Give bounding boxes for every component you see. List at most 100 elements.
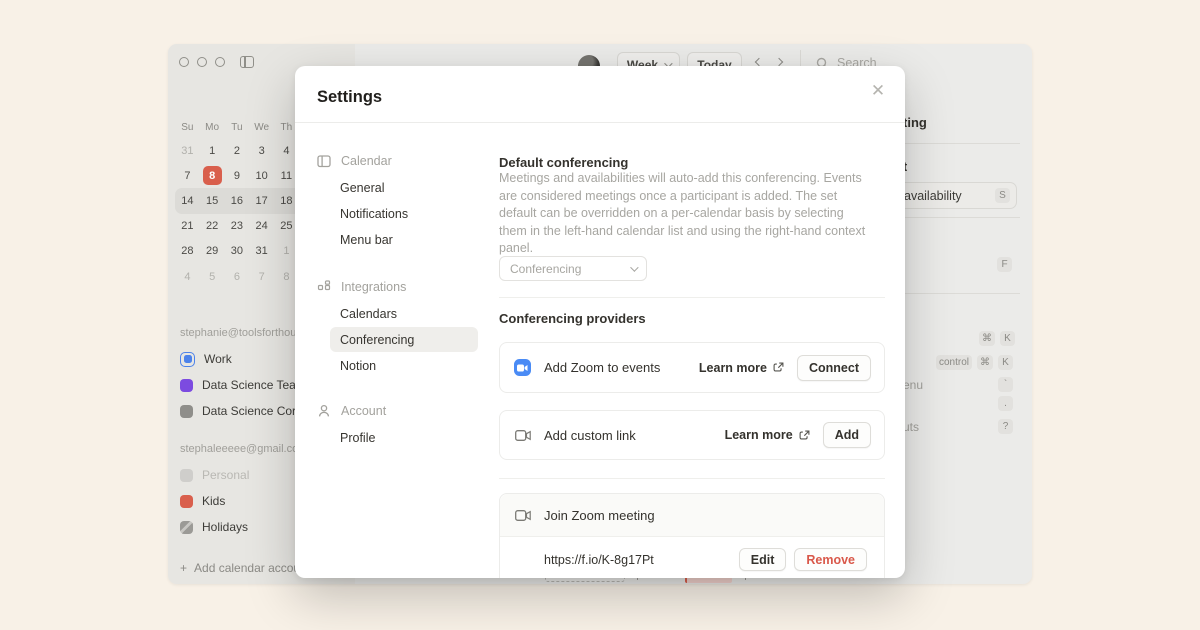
mini-calendar-day[interactable]: 6 — [225, 264, 250, 289]
connect-button[interactable]: Connect — [797, 355, 871, 381]
remove-button[interactable]: Remove — [794, 548, 867, 571]
nav-item-profile[interactable]: Profile — [340, 431, 375, 445]
calendar-color-swatch — [180, 521, 193, 534]
mini-calendar-day[interactable]: 5 — [200, 264, 225, 289]
calendar-icon — [317, 154, 331, 168]
shortcut-row: F — [997, 257, 1012, 272]
mini-calendar-day[interactable]: 3 — [249, 138, 274, 163]
calendar-color-swatch — [180, 379, 193, 392]
mini-calendar-day[interactable]: 14 — [175, 188, 200, 213]
zoom-icon — [514, 359, 531, 376]
mini-calendar-day[interactable]: 9 — [225, 163, 250, 188]
custom-link-provider-card: Add custom link Learn more Add — [499, 410, 885, 460]
mini-calendar-day[interactable]: 28 — [175, 239, 200, 264]
mini-calendar-day[interactable]: 31 — [175, 138, 200, 163]
calendar-list-item[interactable]: Kids — [180, 492, 225, 510]
mini-calendar-day[interactable]: 1 — [200, 138, 225, 163]
video-camera-icon — [514, 507, 531, 524]
mini-calendar-day[interactable]: 7 — [249, 264, 274, 289]
weekday-label: Tu — [225, 116, 250, 138]
zoom-card-label: Add Zoom to events — [544, 360, 686, 375]
nav-item-menu-bar[interactable]: Menu bar — [340, 233, 393, 247]
divider — [499, 478, 885, 479]
calendar-name: Kids — [202, 494, 225, 508]
calendar-list-item[interactable]: Data Science Core — [180, 402, 303, 420]
shortcut-row: ⌘ K — [979, 331, 1015, 346]
nav-item-notion[interactable]: Notion — [340, 359, 376, 373]
weekday-label: Mo — [200, 116, 225, 138]
calendar-list-item[interactable]: Data Science Team — [180, 376, 306, 394]
weekday-label: Su — [175, 116, 200, 138]
custom-learn-more-link[interactable]: Learn more — [725, 428, 810, 442]
settings-modal: Settings ✕ Calendar General Notification… — [295, 66, 905, 578]
calendar-name: Work — [204, 352, 232, 366]
joined-zoom-card: Join Zoom meeting https://f.io/K-8g17Pt … — [499, 493, 885, 578]
nav-item-conferencing[interactable]: Conferencing — [340, 333, 414, 347]
mini-calendar-day[interactable]: 23 — [225, 214, 250, 239]
weekday-label: We — [249, 116, 274, 138]
mini-calendar-day[interactable]: 24 — [249, 214, 274, 239]
mini-calendar-day[interactable]: 17 — [249, 188, 274, 213]
plus-icon: + — [180, 561, 187, 575]
chevron-left-icon — [755, 58, 763, 66]
conferencing-dropdown[interactable]: Conferencing — [499, 256, 647, 281]
calendar-name: Holidays — [202, 520, 248, 534]
chevron-right-icon — [775, 58, 783, 66]
default-conferencing-heading: Default conferencing — [499, 155, 628, 170]
mini-calendar-day[interactable]: 30 — [225, 239, 250, 264]
zoom-provider-card: Add Zoom to events Learn more Connect — [499, 342, 885, 393]
meeting-url: https://f.io/K-8g17Pt — [544, 553, 731, 567]
nav-section-calendar: Calendar — [317, 154, 392, 168]
account-icon — [317, 404, 331, 418]
today-highlight: 8 — [203, 166, 222, 185]
mini-calendar-day[interactable]: 4 — [175, 264, 200, 289]
nav-item-notifications[interactable]: Notifications — [340, 207, 408, 221]
mini-calendar-today[interactable]: 8 — [200, 163, 225, 188]
calendar-list-item[interactable]: Holidays — [180, 518, 248, 536]
shortcut-row: control ⌘ K — [936, 355, 1013, 370]
nav-section-account: Account — [317, 404, 386, 418]
calendar-color-swatch — [180, 495, 193, 508]
shortcut-row: . — [998, 396, 1013, 411]
calendar-list-item[interactable]: Personal — [180, 466, 249, 484]
zoom-learn-more-link[interactable]: Learn more — [699, 361, 784, 375]
shortcut-row: uts ? — [903, 419, 1013, 434]
mini-calendar-day[interactable]: 2 — [225, 138, 250, 163]
window-control-zoom-icon[interactable] — [215, 57, 225, 67]
sidebar-toggle-icon[interactable] — [240, 56, 254, 68]
video-camera-icon — [514, 427, 531, 444]
shortcut-row: enu ` — [903, 377, 1013, 392]
calendar-color-swatch — [180, 405, 193, 418]
mini-calendar-day[interactable]: 31 — [249, 239, 274, 264]
window-control-minimize-icon[interactable] — [197, 57, 207, 67]
divider — [499, 297, 885, 298]
calendar-color-swatch — [180, 469, 193, 482]
nav-item-general[interactable]: General — [340, 181, 384, 195]
edit-button[interactable]: Edit — [739, 548, 787, 571]
calendar-name: Data Science Core — [202, 404, 303, 418]
calendar-name: Data Science Team — [202, 378, 306, 392]
close-icon[interactable]: ✕ — [867, 80, 889, 102]
window-controls[interactable] — [179, 56, 254, 68]
mini-calendar-day[interactable]: 21 — [175, 214, 200, 239]
window-control-close-icon[interactable] — [179, 57, 189, 67]
custom-card-label: Add custom link — [544, 428, 712, 443]
mini-calendar-day[interactable]: 15 — [200, 188, 225, 213]
add-button[interactable]: Add — [823, 422, 871, 448]
calendar-color-swatch — [180, 352, 195, 367]
mini-calendar-day[interactable]: 10 — [249, 163, 274, 188]
mini-calendar-day[interactable]: 29 — [200, 239, 225, 264]
mini-calendar-day[interactable]: 7 — [175, 163, 200, 188]
settings-title: Settings — [317, 88, 382, 107]
nav-section-integrations: Integrations — [317, 280, 406, 294]
nav-item-calendars[interactable]: Calendars — [340, 307, 397, 321]
integrations-icon — [317, 280, 331, 294]
settings-modal-header: Settings ✕ — [295, 66, 905, 123]
external-link-icon — [799, 430, 810, 441]
calendar-list-item[interactable]: Work — [180, 350, 232, 368]
mini-calendar-day[interactable]: 22 — [200, 214, 225, 239]
external-link-icon — [773, 362, 784, 373]
mini-calendar-day[interactable]: 16 — [225, 188, 250, 213]
add-calendar-account-button[interactable]: + Add calendar account — [180, 561, 310, 575]
right-panel-heading-fragment: ting — [903, 115, 927, 130]
